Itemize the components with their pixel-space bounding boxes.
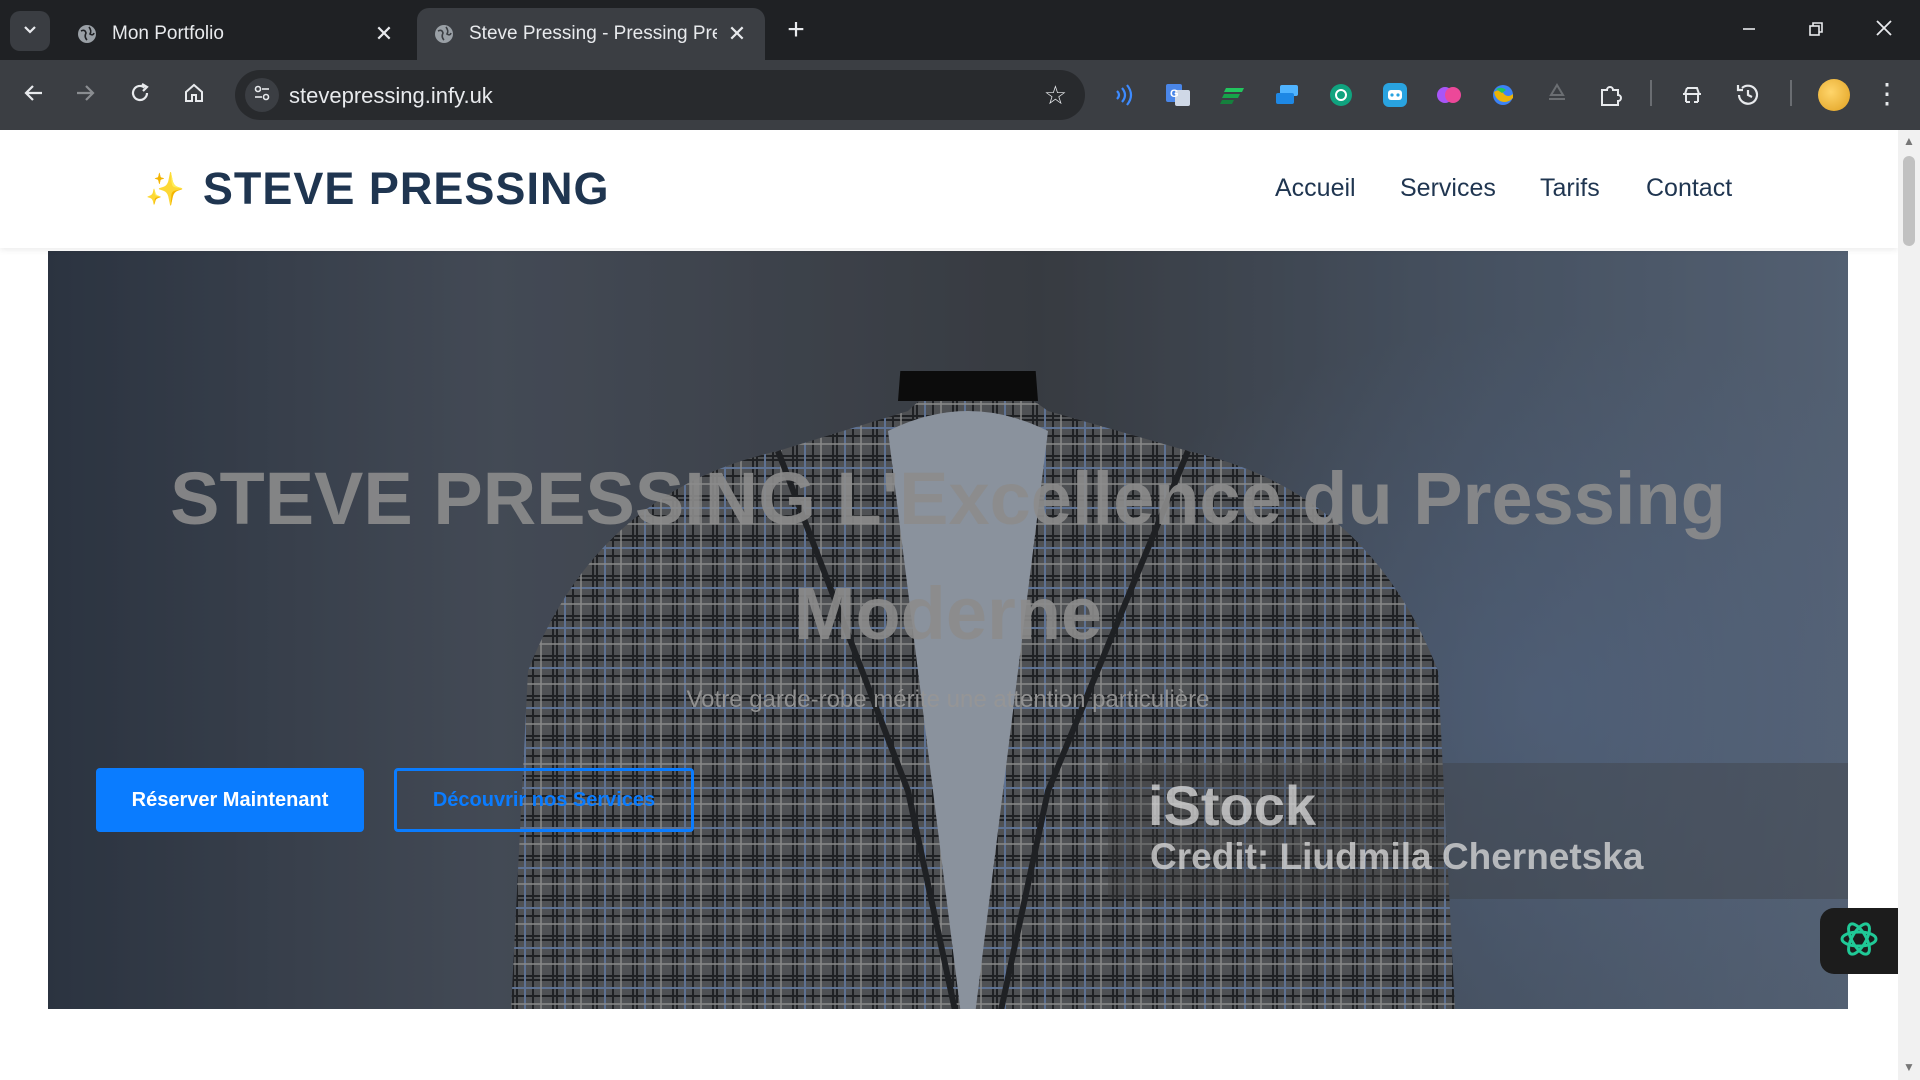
- chatgpt-icon[interactable]: [1326, 80, 1356, 110]
- restore-button[interactable]: [1792, 8, 1840, 52]
- scroll-thumb[interactable]: [1903, 156, 1915, 246]
- svg-text:G: G: [1170, 88, 1179, 100]
- toolbar-separator: [1790, 80, 1792, 106]
- restore-icon: [1808, 16, 1824, 44]
- stripe-icon[interactable]: [1218, 80, 1248, 110]
- nav-link-services[interactable]: Services: [1400, 174, 1496, 203]
- page-scrollbar[interactable]: ▲ ▼: [1898, 130, 1920, 1080]
- reload-button[interactable]: [122, 77, 158, 113]
- plus-icon: +: [787, 13, 805, 46]
- robot-icon[interactable]: [1380, 80, 1410, 110]
- address-bar[interactable]: stevepressing.infy.uk ☆: [235, 70, 1085, 120]
- browser-toolbar: stevepressing.infy.uk ☆ G ⋮: [0, 60, 1920, 130]
- minimize-icon: [1741, 16, 1757, 44]
- tab-mon-portfolio[interactable]: Mon Portfolio ✕: [60, 8, 412, 60]
- voice-icon[interactable]: [1108, 80, 1138, 110]
- labs-icon[interactable]: [1677, 80, 1707, 110]
- puzzle-icon[interactable]: [1596, 80, 1626, 110]
- star-icon[interactable]: ☆: [1044, 80, 1067, 111]
- tab-title: Steve Pressing - Pressing Premium: [469, 23, 717, 44]
- globe-icon: [433, 23, 455, 45]
- history-icon[interactable]: [1733, 80, 1763, 110]
- site-logo[interactable]: ✨ STEVE PRESSING: [145, 163, 609, 215]
- watermark-brand: iStock: [1148, 774, 1317, 837]
- close-icon: [1875, 16, 1893, 44]
- hero-section: STEVE PRESSING L'Excellence du Pressing …: [48, 251, 1848, 1009]
- reload-icon: [129, 80, 151, 111]
- recycle-icon[interactable]: [1542, 80, 1572, 110]
- watermark-credit: Credit: Liudmila Chernetska: [1150, 836, 1644, 877]
- tune-icon: [253, 84, 271, 107]
- reserve-now-button[interactable]: Réserver Maintenant: [96, 768, 364, 832]
- brain-icon[interactable]: [1434, 80, 1464, 110]
- hero-title-line: Moderne: [793, 572, 1103, 655]
- sparkles-icon: ✨: [145, 171, 185, 207]
- new-tab-button[interactable]: +: [780, 13, 812, 46]
- tab-title: Mon Portfolio: [112, 23, 224, 44]
- nav-link-accueil[interactable]: Accueil: [1275, 174, 1356, 203]
- site-info-button[interactable]: [245, 78, 279, 112]
- screen-icon[interactable]: [1272, 80, 1302, 110]
- earth-icon[interactable]: [1488, 80, 1518, 110]
- chevron-down-icon: [22, 21, 38, 42]
- translate-icon[interactable]: G: [1163, 80, 1193, 110]
- arrow-left-icon: [22, 80, 44, 111]
- hero-subtitle: Votre garde-robe mérite une attention pa…: [686, 686, 1210, 713]
- tab-search-button[interactable]: [10, 11, 50, 51]
- hero-title: STEVE PRESSING L'Excellence du Pressing …: [48, 441, 1848, 671]
- openai-icon: [1836, 916, 1882, 967]
- forward-button[interactable]: [68, 77, 104, 113]
- site-header: ✨ STEVE PRESSING Accueil Services Tarifs…: [0, 130, 1898, 248]
- home-icon: [183, 80, 205, 111]
- url-text: stevepressing.infy.uk: [289, 83, 493, 108]
- discover-services-button[interactable]: Découvrir nos Services: [394, 768, 694, 832]
- tab-strip: Mon Portfolio ✕ Steve Pressing - Pressin…: [0, 0, 1920, 60]
- tab-steve-pressing[interactable]: Steve Pressing - Pressing Premium ✕: [417, 8, 765, 60]
- back-button[interactable]: [15, 77, 51, 113]
- scroll-down-icon[interactable]: ▼: [1902, 1060, 1916, 1074]
- nav-link-tarifs[interactable]: Tarifs: [1540, 174, 1600, 203]
- close-icon[interactable]: ✕: [372, 21, 396, 46]
- close-icon[interactable]: ✕: [725, 21, 749, 46]
- close-window-button[interactable]: [1860, 8, 1908, 52]
- scroll-up-icon[interactable]: ▲: [1902, 134, 1916, 148]
- toolbar-separator: [1650, 80, 1652, 106]
- arrow-right-icon: [75, 80, 97, 111]
- page-viewport: ✨ STEVE PRESSING Accueil Services Tarifs…: [0, 130, 1898, 1080]
- chat-assistant-button[interactable]: [1820, 908, 1898, 974]
- logo-text: STEVE PRESSING: [202, 163, 610, 214]
- nav-link-contact[interactable]: Contact: [1646, 174, 1732, 203]
- minimize-button[interactable]: [1725, 8, 1773, 52]
- hero-title-line: STEVE PRESSING L'Excellence du Pressing: [170, 457, 1726, 540]
- more-vert-icon[interactable]: ⋮: [1872, 77, 1902, 110]
- profile-avatar[interactable]: [1818, 79, 1850, 111]
- globe-icon: [76, 23, 98, 45]
- home-button[interactable]: [176, 77, 212, 113]
